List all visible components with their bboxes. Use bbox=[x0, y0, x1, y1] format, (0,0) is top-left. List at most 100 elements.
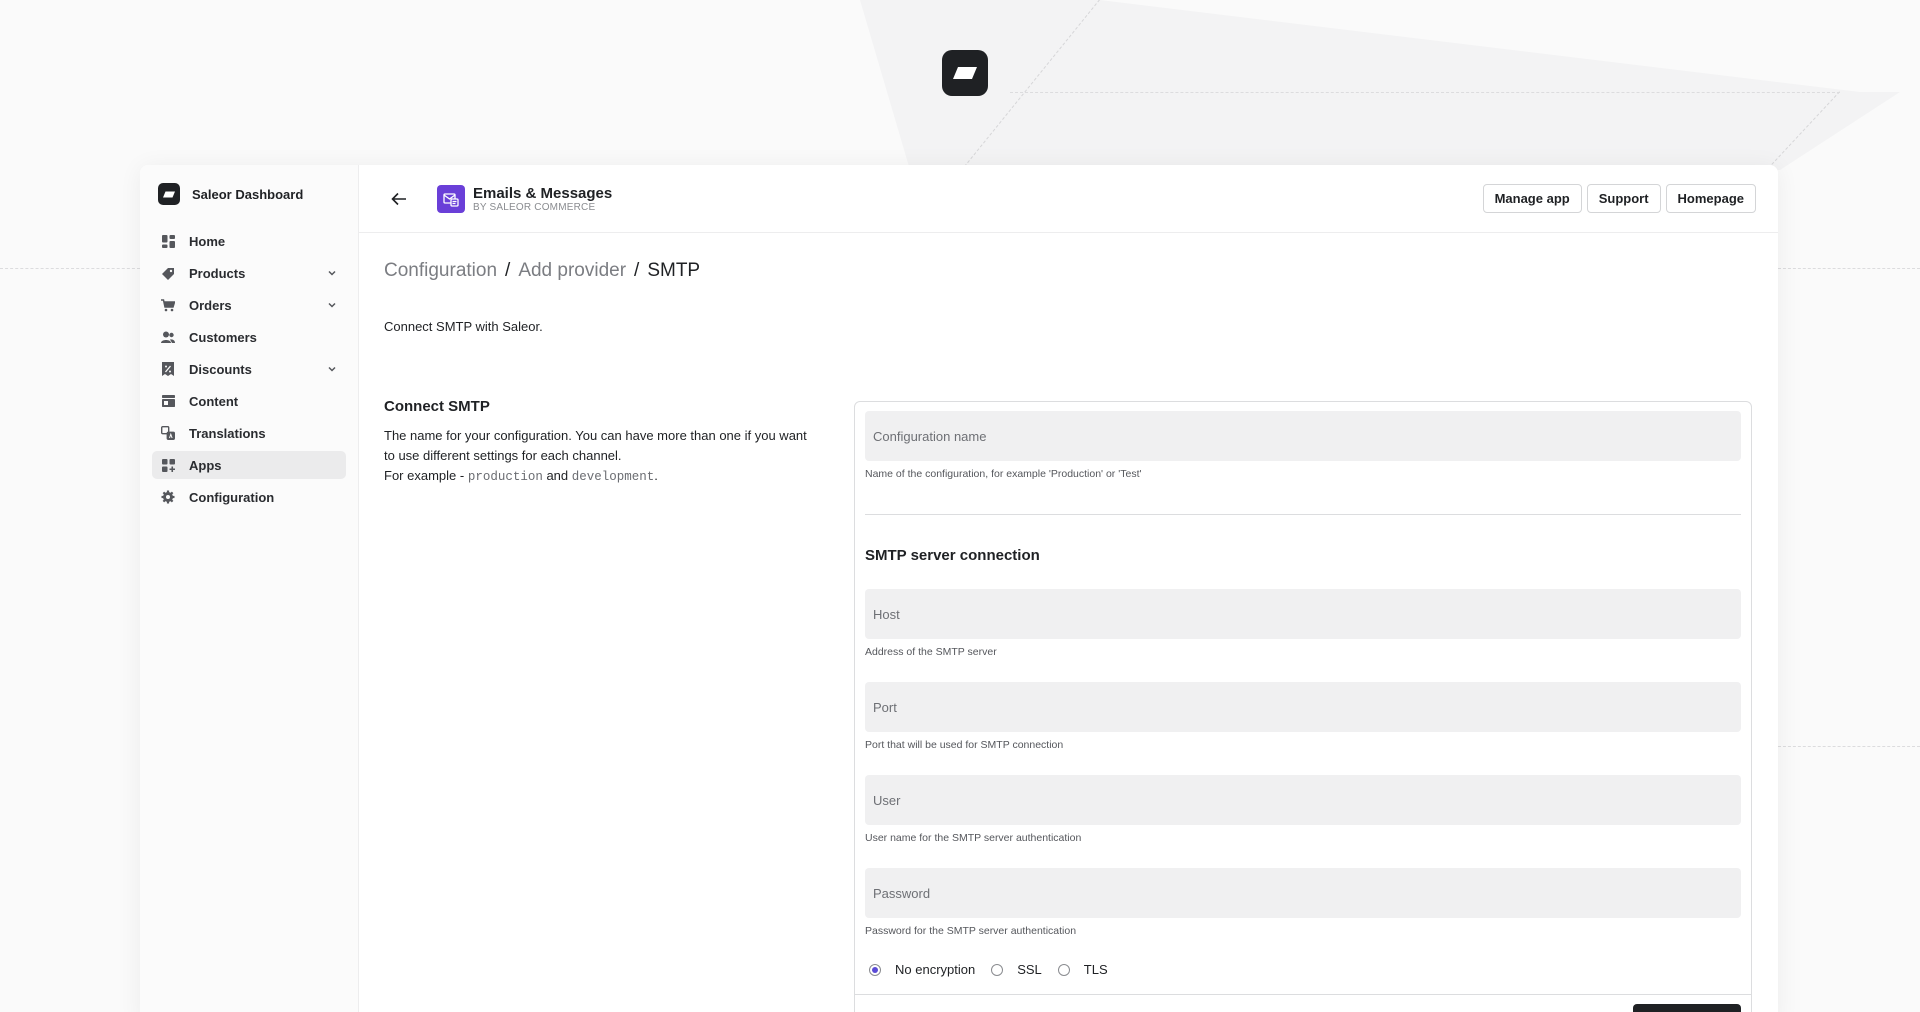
user-input[interactable] bbox=[865, 775, 1741, 825]
chevron-down-icon[interactable] bbox=[327, 300, 337, 310]
main-area: Emails & Messages BY SALEOR COMMERCE Man… bbox=[359, 165, 1778, 1012]
field-help: Password for the SMTP server authenticat… bbox=[865, 925, 1077, 937]
example-end: . bbox=[654, 468, 658, 483]
port-field: Port that will be used for SMTP connecti… bbox=[865, 682, 1741, 751]
field-help: Port that will be used for SMTP connecti… bbox=[865, 739, 1064, 751]
sidebar-item-label: Products bbox=[189, 265, 246, 281]
back-button[interactable] bbox=[389, 189, 409, 209]
saleor-logo bbox=[942, 50, 988, 96]
radio-selected-icon[interactable] bbox=[869, 963, 881, 976]
app-icon bbox=[437, 184, 465, 213]
breadcrumb-current: SMTP bbox=[647, 260, 701, 281]
discount-icon bbox=[161, 362, 175, 376]
home-icon bbox=[161, 234, 175, 248]
header-actions: Manage app Support Homepage bbox=[1482, 184, 1756, 213]
content-icon bbox=[161, 394, 175, 408]
sidebar-brand[interactable]: Saleor Dashboard bbox=[152, 183, 346, 205]
chevron-down-icon[interactable] bbox=[327, 268, 337, 278]
radio-icon[interactable] bbox=[1057, 963, 1070, 976]
app-title: Emails & Messages bbox=[473, 184, 613, 202]
breadcrumb-configuration[interactable]: Configuration bbox=[384, 260, 497, 282]
encryption-radio-group: No encryption SSL TLS bbox=[869, 962, 1124, 977]
sidebar-item-translations[interactable]: Translations bbox=[152, 419, 346, 447]
section-title: Connect SMTP bbox=[384, 398, 490, 415]
radio-icon[interactable] bbox=[991, 963, 1004, 976]
radio-label: No encryption bbox=[895, 962, 976, 977]
background-shape bbox=[860, 0, 1900, 170]
sidebar-item-label: Content bbox=[189, 393, 239, 409]
arrow-left-icon bbox=[391, 192, 406, 205]
example-production: production bbox=[467, 470, 543, 484]
example-and: and bbox=[542, 468, 572, 483]
homepage-button[interactable]: Homepage bbox=[1665, 184, 1756, 213]
example-prefix: For example - bbox=[384, 468, 468, 483]
background-dashed-line bbox=[1778, 268, 1920, 269]
sidebar-item-label: Customers bbox=[189, 329, 257, 345]
sidebar-item-label: Discounts bbox=[189, 361, 252, 377]
app-header: Emails & Messages BY SALEOR COMMERCE Man… bbox=[359, 165, 1778, 233]
field-help: Address of the SMTP server bbox=[865, 646, 997, 658]
sidebar-item-label: Apps bbox=[189, 457, 222, 473]
password-field: Password for the SMTP server authenticat… bbox=[865, 868, 1741, 937]
app-title-block: Emails & Messages BY SALEOR COMMERCE bbox=[473, 185, 612, 213]
brand-name: Saleor Dashboard bbox=[192, 186, 304, 202]
users-icon bbox=[161, 330, 175, 344]
chevron-down-icon[interactable] bbox=[327, 364, 337, 374]
connect-smtp-description: Connect SMTP The name for your configura… bbox=[384, 398, 814, 487]
divider bbox=[865, 514, 1741, 515]
sidebar: Saleor Dashboard Home Products Orders Cu… bbox=[140, 165, 359, 1012]
port-input[interactable] bbox=[865, 682, 1741, 732]
background-dashed-line bbox=[0, 268, 140, 269]
configuration-name-input[interactable] bbox=[865, 411, 1741, 461]
card-footer-divider bbox=[855, 994, 1751, 995]
sidebar-item-content[interactable]: Content bbox=[152, 387, 346, 415]
description-text: The name for your configuration. You can… bbox=[384, 428, 807, 463]
apps-icon bbox=[161, 458, 175, 472]
sidebar-item-apps[interactable]: Apps bbox=[152, 451, 346, 479]
manage-app-button[interactable]: Manage app bbox=[1482, 184, 1582, 213]
sidebar-item-label: Configuration bbox=[189, 489, 275, 505]
host-input[interactable] bbox=[865, 589, 1741, 639]
app-subtitle: BY SALEOR COMMERCE bbox=[473, 201, 596, 213]
radio-tls[interactable]: TLS bbox=[1057, 962, 1108, 977]
sidebar-item-label: Orders bbox=[189, 297, 232, 313]
background-dashed-line bbox=[1010, 92, 1840, 93]
tag-icon bbox=[161, 266, 175, 280]
field-help: Name of the configuration, for example '… bbox=[865, 468, 1142, 480]
page-content: Configuration / Add provider / SMTP Conn… bbox=[359, 260, 1778, 1012]
cart-icon bbox=[161, 298, 175, 312]
translate-icon bbox=[161, 426, 175, 440]
radio-label: TLS bbox=[1083, 962, 1108, 977]
breadcrumb: Configuration / Add provider / SMTP bbox=[384, 260, 1753, 282]
host-field: Address of the SMTP server bbox=[865, 589, 1741, 658]
sidebar-item-configuration[interactable]: Configuration bbox=[152, 483, 346, 511]
sidebar-item-label: Translations bbox=[189, 425, 266, 441]
sidebar-item-label: Home bbox=[189, 233, 226, 249]
breadcrumb-separator: / bbox=[505, 260, 511, 281]
sidebar-item-home[interactable]: Home bbox=[152, 227, 346, 255]
app-window: Saleor Dashboard Home Products Orders Cu… bbox=[140, 165, 1778, 1012]
support-button[interactable]: Support bbox=[1586, 184, 1661, 213]
sidebar-item-orders[interactable]: Orders bbox=[152, 291, 346, 319]
gear-icon bbox=[161, 490, 175, 504]
radio-ssl[interactable]: SSL bbox=[991, 962, 1042, 977]
sidebar-item-products[interactable]: Products bbox=[152, 259, 346, 287]
configuration-name-field: Name of the configuration, for example '… bbox=[865, 411, 1741, 480]
sidebar-item-discounts[interactable]: Discounts bbox=[152, 355, 346, 383]
smtp-form-card: Name of the configuration, for example '… bbox=[854, 401, 1752, 1012]
intro-text: Connect SMTP with Saleor. bbox=[384, 319, 543, 334]
save-provider-button[interactable]: Save provider bbox=[1633, 1004, 1741, 1012]
radio-no-encryption[interactable]: No encryption bbox=[869, 962, 975, 977]
field-help: User name for the SMTP server authentica… bbox=[865, 832, 1082, 844]
background-dashed-line bbox=[1778, 746, 1920, 747]
example-development: development bbox=[571, 470, 655, 484]
smtp-section-title: SMTP server connection bbox=[865, 547, 1040, 564]
breadcrumb-separator: / bbox=[634, 260, 640, 281]
section-description: The name for your configuration. You can… bbox=[384, 426, 814, 487]
breadcrumb-add-provider[interactable]: Add provider bbox=[518, 260, 626, 282]
radio-label: SSL bbox=[1017, 962, 1042, 977]
password-input[interactable] bbox=[865, 868, 1741, 918]
saleor-logo-icon bbox=[158, 183, 180, 205]
sidebar-item-customers[interactable]: Customers bbox=[152, 323, 346, 351]
user-field: User name for the SMTP server authentica… bbox=[865, 775, 1741, 844]
